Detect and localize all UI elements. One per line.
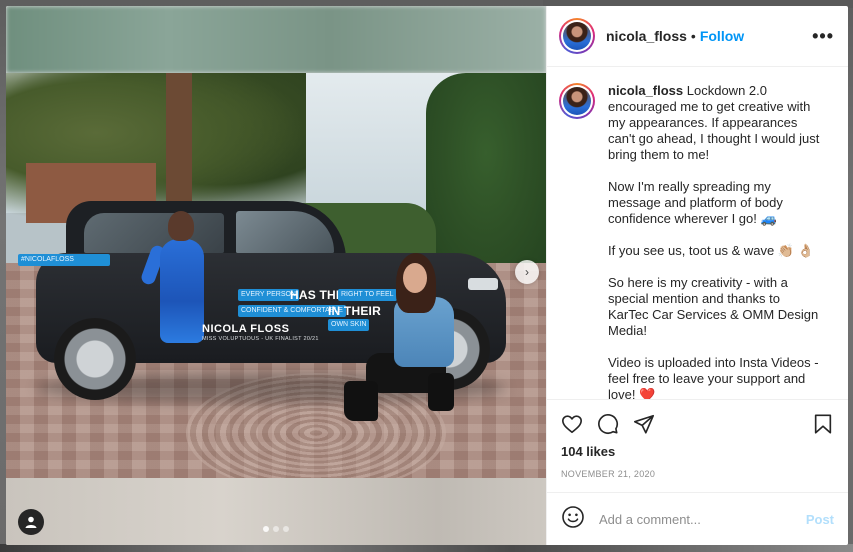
carousel-dot xyxy=(273,526,279,532)
follow-button[interactable]: Follow xyxy=(700,28,744,44)
emoji-icon[interactable] xyxy=(561,505,585,534)
add-comment-bar: Post xyxy=(547,492,848,545)
caption-paragraph: If you see us, toot us & wave 👏🏼 👌🏼 xyxy=(608,243,814,258)
caption-paragraph: Video is uploaded into Insta Videos - fe… xyxy=(608,355,819,399)
car-wrap-banner: #NICOLAFLOSS xyxy=(18,254,110,266)
action-icons xyxy=(561,410,834,438)
post-media: #NICOLAFLOSS EVERY PERSON HAS THE RIGHT … xyxy=(6,6,546,545)
comment-input[interactable] xyxy=(599,511,806,527)
more-options-icon[interactable]: ••• xyxy=(812,26,834,47)
media-top-blur xyxy=(6,6,546,73)
car-wrap-name: NICOLA FLOSS xyxy=(202,323,290,335)
user-tag-icon[interactable] xyxy=(18,509,44,535)
post-date[interactable]: NOVEMBER 21, 2020 xyxy=(561,469,834,492)
comment-icon[interactable] xyxy=(597,413,619,435)
caption-paragraph: So here is my creativity - with a specia… xyxy=(608,275,819,338)
carousel-dot xyxy=(283,526,289,532)
backdrop-bottom-strip xyxy=(0,544,853,552)
avatar[interactable] xyxy=(559,18,595,54)
caption-text: nicola_floss Lockdown 2.0 encouraged me … xyxy=(608,83,824,399)
post-actions: 104 likes NOVEMBER 21, 2020 xyxy=(547,399,848,492)
share-icon[interactable] xyxy=(633,413,655,435)
post-photo[interactable]: #NICOLAFLOSS EVERY PERSON HAS THE RIGHT … xyxy=(6,73,546,478)
caption-area: nicola_floss Lockdown 2.0 encouraged me … xyxy=(547,67,848,399)
header-separator: • xyxy=(690,28,696,44)
post-header: nicola_floss • Follow ••• xyxy=(547,6,848,67)
heart-icon[interactable] xyxy=(561,413,583,435)
post-button[interactable]: Post xyxy=(806,512,834,527)
bookmark-icon[interactable] xyxy=(812,413,834,435)
post-side-panel: nicola_floss • Follow ••• nicola_floss L… xyxy=(546,6,848,545)
post-modal: #NICOLAFLOSS EVERY PERSON HAS THE RIGHT … xyxy=(6,6,848,545)
caption-paragraph: Now I'm really spreading my message and … xyxy=(608,179,783,226)
caption-username[interactable]: nicola_floss xyxy=(608,83,683,98)
likes-count[interactable]: 104 likes xyxy=(561,444,834,459)
chevron-right-icon[interactable]: › xyxy=(515,260,539,284)
carousel-dot-active xyxy=(263,526,269,532)
header-username[interactable]: nicola_floss xyxy=(606,28,687,44)
car-wrap-subtitle: MISS VOLUPTUOUS - UK FINALIST 20/21 xyxy=(202,336,319,342)
carousel-dots xyxy=(263,526,289,532)
woman-posing xyxy=(336,253,466,433)
caption-avatar[interactable] xyxy=(559,83,595,119)
media-bottom-blur xyxy=(6,478,546,545)
